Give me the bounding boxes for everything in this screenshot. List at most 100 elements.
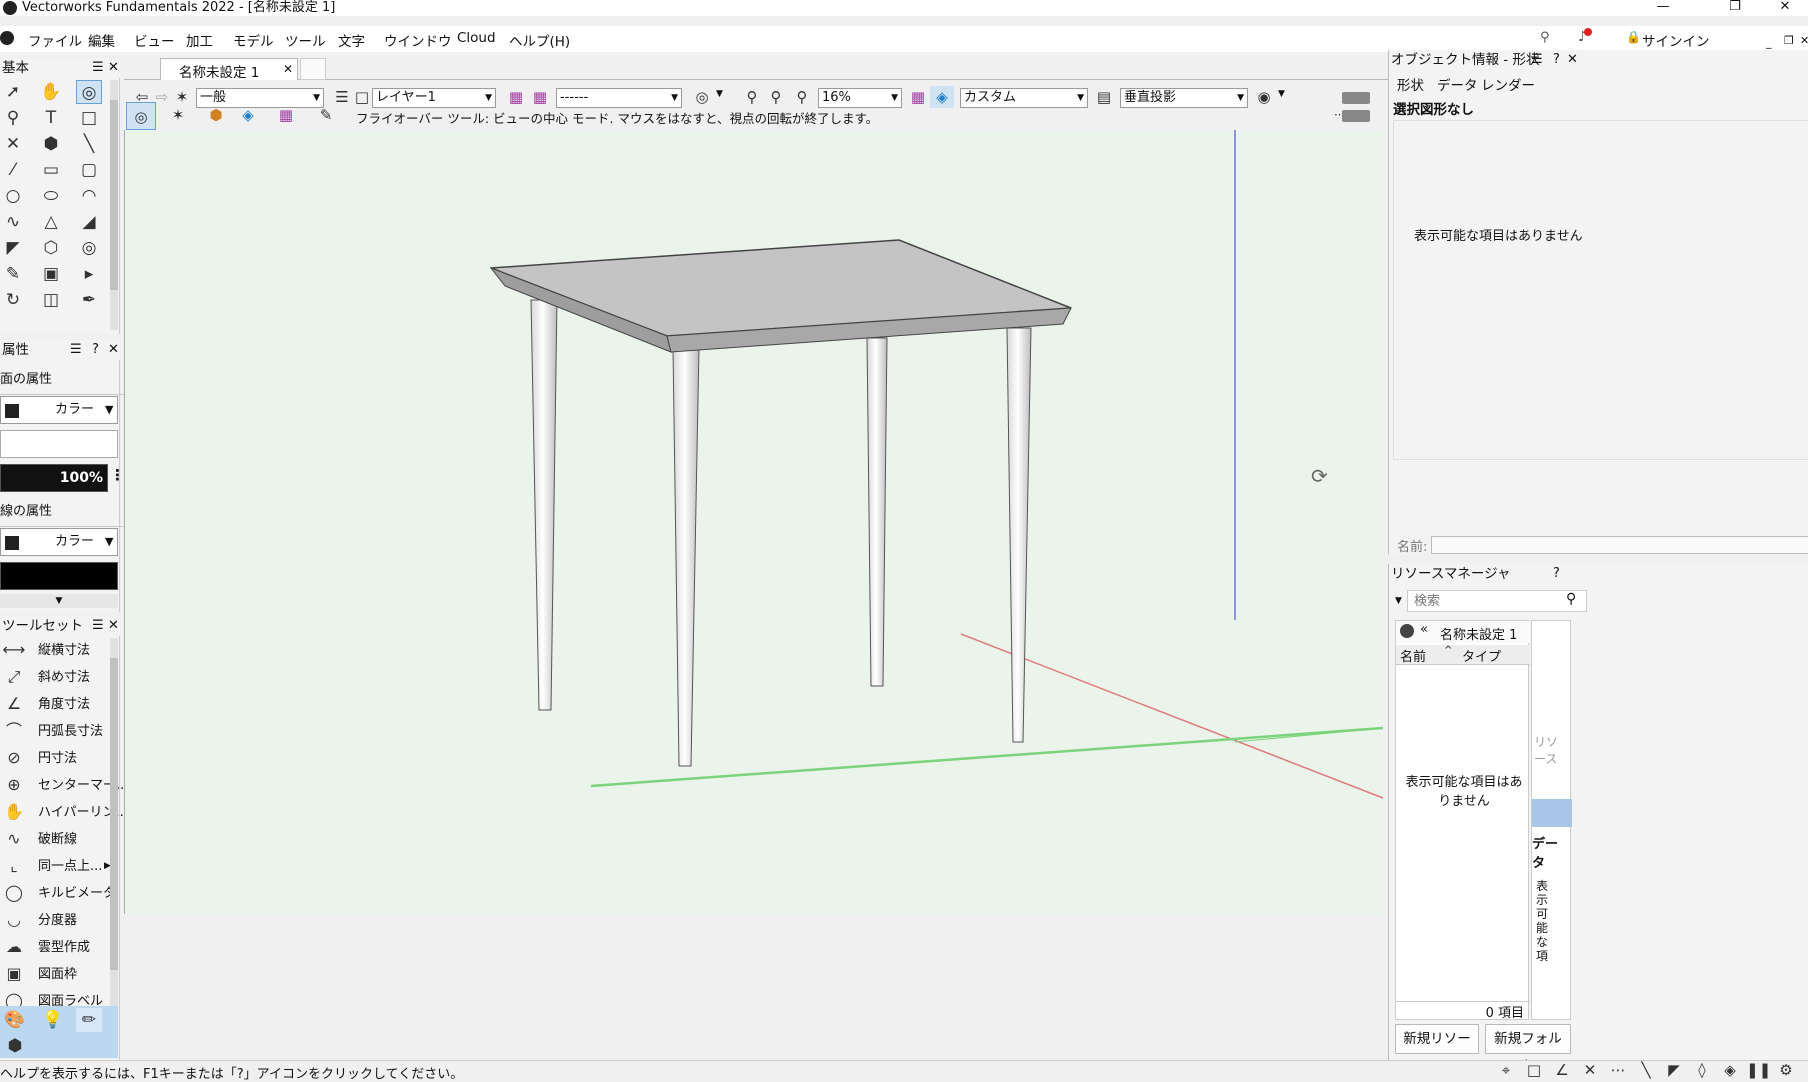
zoom-icon[interactable]: ⚲ bbox=[790, 86, 814, 108]
toolset-item[interactable]: ⟷ 縦横寸法 bbox=[0, 638, 112, 664]
snap-surface-icon[interactable]: ◤ bbox=[1662, 1059, 1686, 1081]
line-icon[interactable]: ╲ bbox=[76, 132, 102, 156]
snap-distance-icon[interactable]: ⋯ bbox=[1606, 1059, 1630, 1081]
eyedropper-icon[interactable]: ✎ bbox=[0, 262, 26, 286]
chevron-down-icon[interactable]: ▼ bbox=[716, 89, 723, 99]
line-color-field[interactable] bbox=[0, 562, 118, 590]
sort-ascending-icon[interactable]: ^ bbox=[1444, 645, 1452, 656]
fill-type-dropdown[interactable]: カラー ▼ bbox=[0, 396, 118, 424]
search-icon[interactable]: ⚲ bbox=[1566, 591, 1576, 607]
menu-text[interactable]: 文字 bbox=[338, 30, 365, 50]
toolset-item[interactable]: ⤢ 斜め寸法 bbox=[0, 665, 112, 691]
double-polygon-icon[interactable]: ◤ bbox=[0, 236, 26, 260]
doc-close-button[interactable]: ✕ bbox=[1800, 34, 1808, 47]
callout-icon[interactable]: □ bbox=[76, 106, 102, 130]
toolset-item[interactable]: ∿ 破断線 bbox=[0, 827, 112, 853]
column-name[interactable]: 名前 bbox=[1400, 646, 1426, 665]
new-resource-button[interactable]: 新規リソース... bbox=[1395, 1024, 1479, 1075]
pen-icon[interactable]: ✒ bbox=[76, 288, 102, 312]
mirror-icon[interactable]: ◫ bbox=[38, 288, 64, 312]
menu-view[interactable]: ビュー bbox=[134, 30, 175, 50]
minimize-button[interactable]: — bbox=[1640, 0, 1686, 16]
collapse-icon[interactable]: « bbox=[1420, 622, 1428, 637]
snap-working-plane-icon[interactable]: ◊ bbox=[1690, 1059, 1714, 1081]
regular-polygon-icon[interactable]: ⬡ bbox=[38, 236, 64, 260]
toolset-item[interactable]: ⊘ 円寸法 bbox=[0, 746, 112, 772]
cursor-icon[interactable]: ➚ bbox=[0, 80, 26, 104]
render-mode-icon[interactable]: ◈ bbox=[930, 86, 954, 108]
view-bar-collapse-button[interactable] bbox=[1342, 92, 1370, 104]
menu-modify[interactable]: 加工 bbox=[186, 30, 213, 50]
fill-pattern-field[interactable] bbox=[0, 430, 118, 458]
flyover-origin-icon[interactable]: ✶ bbox=[166, 104, 190, 126]
layer-visibility-icon[interactable]: ▦ bbox=[504, 86, 528, 108]
layer-options-icon[interactable]: □ bbox=[350, 86, 374, 108]
rectangle-icon[interactable]: ▭ bbox=[38, 158, 64, 182]
app-menu-icon[interactable] bbox=[0, 31, 14, 45]
tab-data[interactable]: データ bbox=[1437, 74, 1478, 94]
restore-button[interactable]: ❐ bbox=[1712, 0, 1758, 16]
menu-window[interactable]: ウインドウ bbox=[384, 30, 452, 50]
resize-icon[interactable]: ▣ bbox=[38, 262, 64, 286]
pause-icon[interactable]: ❚❚ bbox=[1746, 1059, 1771, 1081]
toolset-item[interactable]: ▣ 図面枠 bbox=[0, 962, 112, 988]
palette-close-icon[interactable]: ✕ bbox=[108, 340, 119, 360]
mode-bar-collapse-button[interactable] bbox=[1342, 110, 1370, 122]
rotate-icon[interactable]: ↻ bbox=[0, 288, 26, 312]
toolset-item[interactable]: ✋ ハイパーリン... bbox=[0, 800, 128, 826]
flyover-object-icon[interactable]: ⬢ bbox=[204, 104, 228, 126]
close-window-button[interactable]: ✕ bbox=[1762, 0, 1808, 16]
toolset-item[interactable]: ◯ キルビメータ bbox=[0, 881, 116, 907]
menu-file[interactable]: ファイル bbox=[28, 30, 82, 50]
palette-menu-icon[interactable]: ☰ bbox=[92, 58, 104, 78]
flyover-icon[interactable]: ◎ bbox=[76, 80, 102, 104]
flyover-preferences-icon[interactable]: ✎ bbox=[314, 104, 338, 126]
standard-views-icon[interactable]: ◉ bbox=[1252, 86, 1276, 108]
doc-restore-button[interactable]: ❐ bbox=[1784, 34, 1794, 47]
layer-dropdown[interactable]: レイヤー1 ▼ bbox=[372, 88, 496, 108]
3d-box-icon[interactable]: ⬢ bbox=[38, 132, 64, 156]
signin-link[interactable]: サインイン bbox=[1642, 30, 1710, 50]
render-grid-icon[interactable]: ▦ bbox=[906, 86, 930, 108]
class-visibility-icon[interactable]: ▦ bbox=[528, 86, 552, 108]
trim-icon[interactable]: ✕ bbox=[0, 132, 26, 156]
flyover-grid-icon[interactable]: ▦ bbox=[274, 104, 298, 126]
lightbulb-icon[interactable]: 💡 bbox=[40, 1008, 66, 1032]
snap-grid-icon[interactable]: ⌖ bbox=[1494, 1059, 1518, 1081]
new-folder-button[interactable]: 新規フォルダ... bbox=[1485, 1024, 1571, 1075]
toolset-item[interactable]: ⊕ センターマー... bbox=[0, 773, 128, 799]
zoom-icon[interactable]: ⚲ bbox=[0, 106, 26, 130]
reshape-icon[interactable]: ▸ bbox=[76, 262, 102, 286]
close-tab-icon[interactable]: ✕ bbox=[283, 62, 293, 76]
search-icon[interactable]: ⚲ bbox=[1540, 30, 1550, 45]
arc-icon[interactable]: ◠ bbox=[76, 184, 102, 208]
line-type-dropdown[interactable]: カラー ▼ bbox=[0, 528, 118, 556]
toolset-scrollbar[interactable] bbox=[110, 638, 118, 1020]
flyover-plane-icon[interactable]: ◈ bbox=[236, 104, 260, 126]
circle-icon[interactable]: ○ bbox=[0, 184, 26, 208]
drawing-viewport[interactable]: ⟳ bbox=[124, 130, 1384, 914]
doc-minimize-button[interactable]: _ bbox=[1766, 36, 1772, 49]
name-field[interactable] bbox=[1431, 536, 1808, 554]
scroll-thumb[interactable] bbox=[110, 658, 118, 970]
help-icon[interactable]: ? bbox=[1553, 50, 1560, 70]
color-palette-icon[interactable]: 🎨 bbox=[2, 1008, 28, 1032]
resource-file-header[interactable]: « 名称未設定 1 bbox=[1396, 621, 1530, 643]
resource-search-box[interactable]: ⚲ bbox=[1407, 590, 1587, 612]
hand-pan-icon[interactable]: ✋ bbox=[38, 80, 64, 104]
oval-icon[interactable]: ⬭ bbox=[38, 184, 64, 208]
rounded-rect-icon[interactable]: ▢ bbox=[76, 158, 102, 182]
chevron-down-icon[interactable]: ▼ bbox=[1395, 596, 1402, 606]
snap-object-icon[interactable]: □ bbox=[1522, 1059, 1546, 1081]
settings-icon[interactable]: ⚙ bbox=[1774, 1059, 1798, 1081]
fill-opacity-field[interactable]: 100% bbox=[0, 464, 108, 492]
flyover-view-center-icon[interactable]: ◎ bbox=[126, 102, 156, 130]
text-icon[interactable]: T bbox=[38, 106, 64, 130]
snap-tangent-icon[interactable]: ╲ bbox=[1634, 1059, 1658, 1081]
palette-close-icon[interactable]: ✕ bbox=[108, 616, 119, 636]
zoom-objects-icon[interactable]: ⚲ bbox=[764, 86, 788, 108]
double-line-icon[interactable]: ⁄ bbox=[0, 158, 26, 182]
palette-menu-icon[interactable]: ☰ bbox=[92, 616, 104, 636]
menu-model[interactable]: モデル bbox=[233, 30, 274, 50]
zoom-dropdown[interactable]: 16% ▼ bbox=[818, 88, 902, 108]
